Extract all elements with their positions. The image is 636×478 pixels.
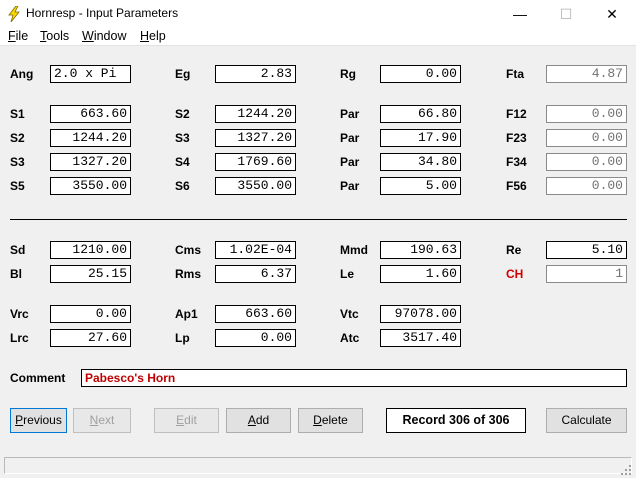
- field-atc[interactable]: 3517.40: [380, 329, 461, 347]
- field-rg[interactable]: 0.00: [380, 65, 461, 83]
- field-rms[interactable]: 6.37: [215, 265, 296, 283]
- label-par-1: Par: [340, 107, 360, 121]
- field-f23: 0.00: [546, 129, 627, 147]
- field-vrc[interactable]: 0.00: [50, 305, 131, 323]
- section-divider: [10, 219, 627, 220]
- label-fta: Fta: [506, 67, 524, 81]
- label-vrc: Vrc: [10, 307, 29, 321]
- maximize-button[interactable]: ☐: [543, 0, 589, 28]
- field-sd[interactable]: 1210.00: [50, 241, 131, 259]
- label-s1: S1: [10, 107, 25, 121]
- close-button[interactable]: ✕: [589, 0, 635, 28]
- field-f56: 0.00: [546, 177, 627, 195]
- resize-grip-icon[interactable]: [620, 464, 632, 476]
- label-f56: F56: [506, 179, 527, 193]
- label-par-4: Par: [340, 179, 360, 193]
- field-lrc[interactable]: 27.60: [50, 329, 131, 347]
- label-le: Le: [340, 267, 355, 281]
- label-lrc: Lrc: [10, 331, 29, 345]
- label-par-2: Par: [340, 131, 360, 145]
- lightning-bolt-icon: [8, 6, 20, 22]
- field-re[interactable]: 5.10: [546, 241, 627, 259]
- field-ang[interactable]: 2.0 x Pi: [50, 65, 131, 83]
- label-vtc: Vtc: [340, 307, 359, 321]
- field-f34: 0.00: [546, 153, 627, 171]
- label-s3: S3: [10, 155, 25, 169]
- label-cms: Cms: [175, 243, 202, 257]
- label-s2-upper: S2: [175, 107, 190, 121]
- field-s2-upper[interactable]: 1244.20: [215, 105, 296, 123]
- field-f12: 0.00: [546, 105, 627, 123]
- next-button[interactable]: Next: [73, 408, 131, 433]
- menu-window[interactable]: Window: [82, 28, 126, 45]
- field-ap1[interactable]: 663.60: [215, 305, 296, 323]
- label-ch: CH: [506, 267, 524, 281]
- field-par-3[interactable]: 34.80: [380, 153, 461, 171]
- field-s2[interactable]: 1244.20: [50, 129, 131, 147]
- field-fta: 4.87: [546, 65, 627, 83]
- field-par-4[interactable]: 5.00: [380, 177, 461, 195]
- label-comment: Comment: [10, 371, 66, 385]
- label-rg: Rg: [340, 67, 356, 81]
- field-s3-upper[interactable]: 1327.20: [215, 129, 296, 147]
- field-cms[interactable]: 1.02E-04: [215, 241, 296, 259]
- menu-tools[interactable]: Tools: [40, 28, 69, 45]
- label-s5: S5: [10, 179, 25, 193]
- label-lp: Lp: [175, 331, 190, 345]
- add-button[interactable]: Add: [226, 408, 291, 433]
- field-s1[interactable]: 663.60: [50, 105, 131, 123]
- record-indicator: Record 306 of 306: [386, 408, 526, 433]
- field-lp[interactable]: 0.00: [215, 329, 296, 347]
- label-eg: Eg: [175, 67, 191, 81]
- field-le[interactable]: 1.60: [380, 265, 461, 283]
- label-ap1: Ap1: [175, 307, 198, 321]
- previous-button[interactable]: Previous: [10, 408, 67, 433]
- field-bl[interactable]: 25.15: [50, 265, 131, 283]
- field-s4[interactable]: 1769.60: [215, 153, 296, 171]
- label-ang: Ang: [10, 67, 34, 81]
- label-f34: F34: [506, 155, 527, 169]
- window-title: Hornresp - Input Parameters: [26, 6, 179, 20]
- field-s5[interactable]: 3550.00: [50, 177, 131, 195]
- field-eg[interactable]: 2.83: [215, 65, 296, 83]
- field-par-2[interactable]: 17.90: [380, 129, 461, 147]
- label-f23: F23: [506, 131, 527, 145]
- minimize-button[interactable]: —: [497, 0, 543, 28]
- label-f12: F12: [506, 107, 527, 121]
- menu-file[interactable]: File: [8, 28, 28, 45]
- status-bar: [4, 457, 632, 474]
- menu-help[interactable]: Help: [140, 28, 166, 45]
- label-atc: Atc: [340, 331, 360, 345]
- label-s3-upper: S3: [175, 131, 190, 145]
- field-mmd[interactable]: 190.63: [380, 241, 461, 259]
- label-s2: S2: [10, 131, 25, 145]
- field-s3[interactable]: 1327.20: [50, 153, 131, 171]
- edit-button[interactable]: Edit: [154, 408, 219, 433]
- field-vtc[interactable]: 97078.00: [380, 305, 461, 323]
- label-s6: S6: [175, 179, 190, 193]
- field-s6[interactable]: 3550.00: [215, 177, 296, 195]
- label-re: Re: [506, 243, 522, 257]
- calculate-button[interactable]: Calculate: [546, 408, 627, 433]
- field-ch[interactable]: 1: [546, 265, 627, 283]
- field-par-1[interactable]: 66.80: [380, 105, 461, 123]
- delete-button[interactable]: Delete: [298, 408, 363, 433]
- comment-field[interactable]: Pabesco's Horn: [81, 369, 627, 387]
- label-s4: S4: [175, 155, 190, 169]
- label-par-3: Par: [340, 155, 360, 169]
- label-rms: Rms: [175, 267, 202, 281]
- label-sd: Sd: [10, 243, 26, 257]
- label-mmd: Mmd: [340, 243, 368, 257]
- label-bl: Bl: [10, 267, 22, 281]
